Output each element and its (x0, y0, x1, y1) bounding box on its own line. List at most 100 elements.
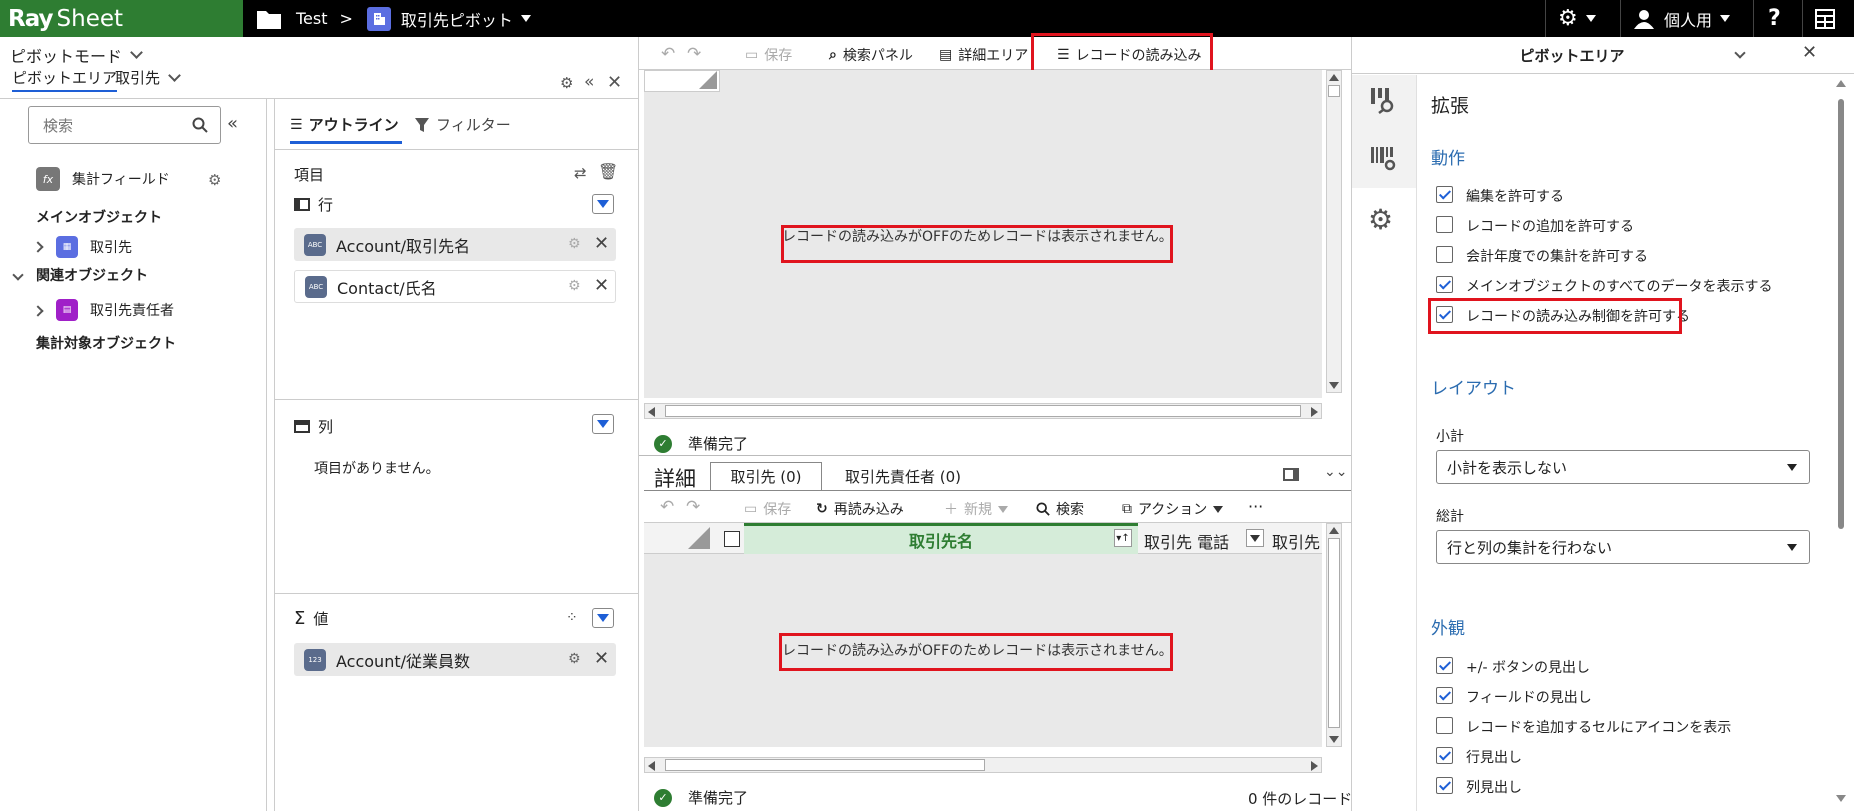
checkbox-row-heading[interactable] (1436, 747, 1453, 764)
collapse-down-icon[interactable]: ⌄⌄ (1324, 464, 1347, 480)
undo-icon[interactable]: ↶ (661, 44, 675, 64)
gear-icon[interactable]: ⚙ (208, 171, 221, 189)
outline-panel: ☰ アウトライン フィルター 項目 ⇄ 🗑 行 ABC Account/取引先名 … (274, 98, 638, 811)
gear-icon[interactable]: ⚙ (568, 236, 581, 252)
close-icon[interactable]: ✕ (594, 275, 609, 296)
user-label: 個人用 (1664, 10, 1713, 30)
column-header-account-more[interactable]: 取引先 (1272, 529, 1320, 553)
reload-button[interactable]: ↻ 再読み込み (816, 499, 904, 519)
values-dropdown-button[interactable] (592, 608, 614, 628)
caret-down-icon[interactable] (520, 15, 531, 22)
related-object-item[interactable]: ▤ 取引先責任者 (56, 299, 174, 321)
help-button[interactable]: ? (1768, 0, 1781, 37)
search-panel-icon: ⌕ (829, 47, 837, 63)
calc-field-item[interactable]: fx 集計フィールド (36, 167, 170, 191)
undo-icon[interactable]: ↶ (660, 497, 674, 517)
right-scrollbar[interactable] (1834, 77, 1848, 805)
chevron-right-icon[interactable] (32, 239, 44, 255)
detail-area-button[interactable]: ▤ 詳細エリア (939, 45, 1028, 65)
subtotal-label: 小計 (1436, 429, 1464, 445)
gear-icon[interactable]: ⚙ (568, 651, 581, 667)
new-button[interactable]: ＋ 新規 (944, 499, 1008, 519)
close-icon[interactable]: ✕ (607, 72, 622, 93)
detail-search-button[interactable]: 検索 (1036, 499, 1084, 519)
checkbox-field-heading[interactable] (1436, 687, 1453, 704)
expand-header: 拡張 (1431, 95, 1470, 117)
subtotal-select[interactable]: 小計を表示しない (1436, 450, 1810, 484)
label-add-cell-icon: レコードを追加するセルにアイコンを表示 (1466, 720, 1732, 736)
checkbox-allow-add-record[interactable] (1436, 216, 1453, 233)
column-header-phone[interactable]: 取引先 電話 (1144, 529, 1229, 553)
top-bar: Ray Sheet Test > 取引先ピボット ⚙ 個人用 ? (0, 0, 1854, 37)
redo-icon[interactable]: ↷ (686, 497, 700, 517)
breadcrumb-folder[interactable]: Test (296, 9, 328, 28)
detail-tab-account[interactable]: 取引先 (0) (710, 462, 822, 490)
chevron-right-icon[interactable] (32, 303, 44, 319)
search-panel-button[interactable]: ⌕ 検索パネル (829, 45, 913, 65)
search-input[interactable]: 検索 (28, 106, 221, 144)
main-object-item[interactable]: ▦ 取引先 (56, 236, 132, 258)
user-menu[interactable]: 個人用 (1634, 0, 1731, 37)
pivot-hscrollbar[interactable] (644, 403, 1322, 419)
settings-menu[interactable]: ⚙ (1558, 0, 1596, 37)
detail-tab-contact[interactable]: 取引先責任者 (0) (822, 462, 984, 490)
checkbox-allow-edit[interactable] (1436, 186, 1453, 203)
gear-icon[interactable]: ⚙ (568, 278, 581, 294)
close-icon[interactable]: ✕ (594, 648, 609, 669)
barcode-settings-icon[interactable] (1369, 145, 1397, 177)
tab-outline[interactable]: ☰ アウトライン (290, 114, 402, 144)
action-button[interactable]: ⧉ アクション (1122, 499, 1224, 519)
related-object-header: 関連オブジェクト (36, 268, 148, 284)
save-icon: ▭ (744, 501, 758, 517)
select-all-checkbox[interactable] (724, 531, 740, 547)
gear-icon[interactable]: ⚙ (560, 74, 573, 92)
collapse-panel-icon[interactable]: « (227, 113, 238, 134)
chevron-down-icon[interactable] (1734, 45, 1746, 61)
column-header-account-name[interactable]: 取引先名 (744, 523, 1138, 554)
cols-label: 列 (318, 418, 334, 436)
close-icon[interactable]: ✕ (1802, 42, 1817, 63)
tab-filter[interactable]: フィルター (414, 114, 511, 135)
checkbox-column-heading[interactable] (1436, 777, 1453, 794)
checkbox-show-all-main-data[interactable] (1436, 276, 1453, 293)
swap-icon[interactable]: ⇄ (574, 164, 587, 182)
value-field-label: Account/従業員数 (336, 651, 470, 671)
save-button[interactable]: ▭ 保存 (745, 45, 792, 65)
window-icon[interactable] (1815, 0, 1835, 37)
pivot-icon[interactable] (1369, 86, 1397, 118)
rows-section-header: 行 (294, 194, 333, 215)
total-select[interactable]: 行と列の集計を行わない (1436, 530, 1810, 564)
checkbox-allow-fiscal-year[interactable] (1436, 246, 1453, 263)
pivot-mode-select[interactable]: ピボットモード (10, 43, 143, 67)
panel-toggle-icon[interactable] (1283, 468, 1299, 481)
values-label: 値 (313, 610, 329, 628)
label-show-all-main-data: メインオブジェクトのすべてのデータを表示する (1466, 279, 1773, 295)
detail-hscrollbar[interactable] (644, 757, 1322, 773)
cols-dropdown-button[interactable] (592, 414, 614, 434)
collapse-icon[interactable]: « (584, 72, 594, 92)
chevron-down-icon[interactable] (12, 267, 24, 283)
grid-icon[interactable]: ⁘ (566, 610, 578, 626)
trash-icon[interactable]: 🗑 (598, 162, 618, 181)
building-icon: ▦ (56, 236, 78, 258)
close-icon[interactable]: ✕ (594, 233, 609, 254)
cols-empty-text: 項目がありません。 (314, 461, 440, 477)
label-plus-minus-heading: +/- ボタンの見出し (1466, 660, 1590, 676)
tab-outline-label: アウトライン (308, 116, 399, 134)
tab-pivot-area[interactable]: ピボットエリア (12, 67, 118, 92)
more-button[interactable]: ··· (1248, 497, 1263, 516)
checkbox-plus-minus-heading[interactable] (1436, 657, 1453, 674)
pivot-vscrollbar[interactable] (1326, 70, 1342, 393)
column-filter-button[interactable] (1246, 529, 1264, 547)
rows-dropdown-button[interactable] (592, 194, 614, 214)
sort-icon[interactable]: ▾↑ (1114, 529, 1132, 547)
detail-save-button[interactable]: ▭ 保存 (744, 499, 791, 519)
gear-icon[interactable]: ⚙ (1368, 203, 1393, 236)
redo-icon[interactable]: ↷ (687, 44, 701, 64)
tab-account[interactable]: 取引先 (115, 67, 181, 88)
detail-vscrollbar[interactable] (1326, 523, 1342, 747)
app-logo[interactable]: Ray Sheet (0, 0, 243, 37)
highlight-record-load-control (1428, 298, 1682, 334)
checkbox-add-cell-icon[interactable] (1436, 717, 1453, 734)
breadcrumb-current[interactable]: 取引先ピボット (401, 7, 513, 31)
